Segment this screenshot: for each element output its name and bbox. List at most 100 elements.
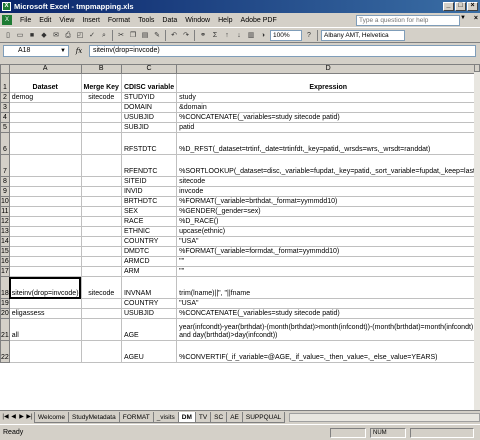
cell-dataset[interactable]: [8, 206, 82, 217]
cell-dataset[interactable]: [8, 236, 82, 247]
cell-dataset[interactable]: [8, 216, 82, 227]
format-painter-icon[interactable]: ✎: [152, 30, 162, 41]
row-header[interactable]: 13: [0, 226, 10, 237]
cell-expression[interactable]: %CONCATENATE(_variables=study sitecode p…: [176, 112, 474, 123]
cell-cdisc-variable[interactable]: STUDYID: [120, 92, 178, 103]
cell-dataset[interactable]: eligassess: [8, 308, 82, 319]
row-header[interactable]: 16: [0, 256, 10, 267]
row-header[interactable]: 18: [0, 276, 10, 299]
row-header[interactable]: 14: [0, 236, 10, 247]
drawing-icon[interactable]: ◑: [258, 30, 268, 41]
zoom-select[interactable]: 100%: [270, 29, 302, 41]
paste-icon[interactable]: ▤: [140, 30, 150, 41]
cell-merge-key[interactable]: [80, 340, 122, 363]
cell-expression[interactable]: %SORTLOOKUP(_dataset=disc,_variable=fupd…: [176, 154, 474, 177]
cell-cdisc-variable[interactable]: RFENDTC: [120, 154, 178, 177]
cell-merge-key[interactable]: [80, 186, 122, 197]
row-header[interactable]: 15: [0, 246, 10, 257]
cell-dataset[interactable]: [8, 102, 82, 113]
cell-dataset[interactable]: [8, 112, 82, 123]
header-cdisc-variable[interactable]: CDISC variable: [120, 73, 178, 93]
menu-insert[interactable]: Insert: [78, 17, 104, 24]
column-header-d[interactable]: D: [176, 64, 474, 74]
cell-dataset[interactable]: [8, 132, 82, 155]
permission-icon[interactable]: ◆: [39, 30, 49, 41]
menu-help[interactable]: Help: [214, 17, 236, 24]
fx-icon[interactable]: fx: [72, 47, 86, 55]
vertical-scrollbar[interactable]: [474, 64, 480, 410]
tab-sc[interactable]: SC: [210, 411, 228, 423]
row-header[interactable]: 7: [0, 154, 10, 177]
cell-cdisc-variable[interactable]: INVID: [120, 186, 178, 197]
cell-merge-key[interactable]: [80, 122, 122, 133]
row-header[interactable]: 9: [0, 186, 10, 197]
cell-cdisc-variable[interactable]: SITEID: [120, 176, 178, 187]
cell-cdisc-variable[interactable]: INVNAM: [120, 276, 178, 299]
row-header[interactable]: 4: [0, 112, 10, 123]
cell-cdisc-variable[interactable]: AGEU: [120, 340, 178, 363]
workbook-icon[interactable]: X: [2, 15, 12, 25]
cell-dataset[interactable]: [8, 226, 82, 237]
sort-ascending-icon[interactable]: ↑: [222, 30, 232, 41]
cell-merge-key[interactable]: sitecode: [80, 92, 122, 103]
cell-dataset[interactable]: all: [8, 318, 82, 341]
header-merge-key[interactable]: Merge Key: [80, 73, 122, 93]
row-header[interactable]: 3: [0, 102, 10, 113]
cell-cdisc-variable[interactable]: DMDTC: [120, 246, 178, 257]
font-select[interactable]: Albany AMT, Helvetica: [321, 29, 405, 41]
menu-format[interactable]: Format: [104, 17, 134, 24]
cell-expression[interactable]: "USA": [176, 236, 474, 247]
chart-wizard-icon[interactable]: ▥: [246, 30, 256, 41]
tab-visits[interactable]: _visits: [152, 411, 179, 423]
cut-icon[interactable]: ✂: [116, 30, 126, 41]
cell-merge-key[interactable]: [80, 176, 122, 187]
autosum-icon[interactable]: Σ: [210, 30, 220, 41]
menu-view[interactable]: View: [55, 17, 78, 24]
cell-expression[interactable]: upcase(ethnic): [176, 226, 474, 237]
tab-ae[interactable]: AE: [226, 411, 243, 423]
header-dataset[interactable]: Dataset: [8, 73, 82, 93]
sort-descending-icon[interactable]: ↓: [234, 30, 244, 41]
cell-cdisc-variable[interactable]: SEX: [120, 206, 178, 217]
cell-cdisc-variable[interactable]: COUNTRY: [120, 298, 178, 309]
cell-merge-key[interactable]: [80, 102, 122, 113]
open-icon[interactable]: ▭: [15, 30, 25, 41]
row-header[interactable]: 21: [0, 318, 10, 341]
tab-studymetadata[interactable]: StudyMetadata: [67, 411, 120, 423]
first-sheet-icon[interactable]: |◀: [2, 413, 9, 422]
cell-cdisc-variable[interactable]: ARM: [120, 266, 178, 277]
row-header[interactable]: 8: [0, 176, 10, 187]
cell-expression[interactable]: study: [176, 92, 474, 103]
cell-cdisc-variable[interactable]: BRTHDTC: [120, 196, 178, 207]
row-header[interactable]: 22: [0, 340, 10, 363]
tab-dm[interactable]: DM: [177, 411, 196, 423]
redo-icon[interactable]: ↷: [181, 30, 191, 41]
tab-suppqual[interactable]: SUPPQUAL: [241, 411, 286, 423]
row-header[interactable]: 20: [0, 308, 10, 319]
prev-sheet-icon[interactable]: ◀: [10, 413, 17, 422]
cell-merge-key[interactable]: [80, 112, 122, 123]
undo-icon[interactable]: ↶: [169, 30, 179, 41]
cell-expression[interactable]: patid: [176, 122, 474, 133]
save-icon[interactable]: ■: [27, 30, 37, 41]
horizontal-scrollbar[interactable]: [289, 412, 480, 422]
cell-merge-key[interactable]: [80, 308, 122, 319]
row-header[interactable]: 5: [0, 122, 10, 133]
cell-dataset[interactable]: [8, 246, 82, 257]
cell-expression[interactable]: %D_RACE(): [176, 216, 474, 227]
scroll-up-icon[interactable]: [474, 64, 480, 72]
chevron-down-icon[interactable]: ▼: [60, 46, 66, 56]
print-preview-icon[interactable]: ◰: [75, 30, 85, 41]
menu-file[interactable]: File: [16, 17, 35, 24]
formula-input[interactable]: siteinv(drop=invcode): [89, 45, 476, 57]
hyperlink-icon[interactable]: ⚭: [198, 30, 208, 41]
spelling-icon[interactable]: ✓: [87, 30, 97, 41]
cell-dataset[interactable]: [8, 154, 82, 177]
column-header-c[interactable]: C: [120, 64, 178, 74]
cell-merge-key[interactable]: [80, 206, 122, 217]
last-sheet-icon[interactable]: ▶|: [26, 413, 33, 422]
help-icon[interactable]: ?: [304, 30, 314, 41]
cell-merge-key[interactable]: [80, 318, 122, 341]
help-search-input[interactable]: Type a question for help: [356, 15, 460, 26]
cell-cdisc-variable[interactable]: USUBJID: [120, 112, 178, 123]
